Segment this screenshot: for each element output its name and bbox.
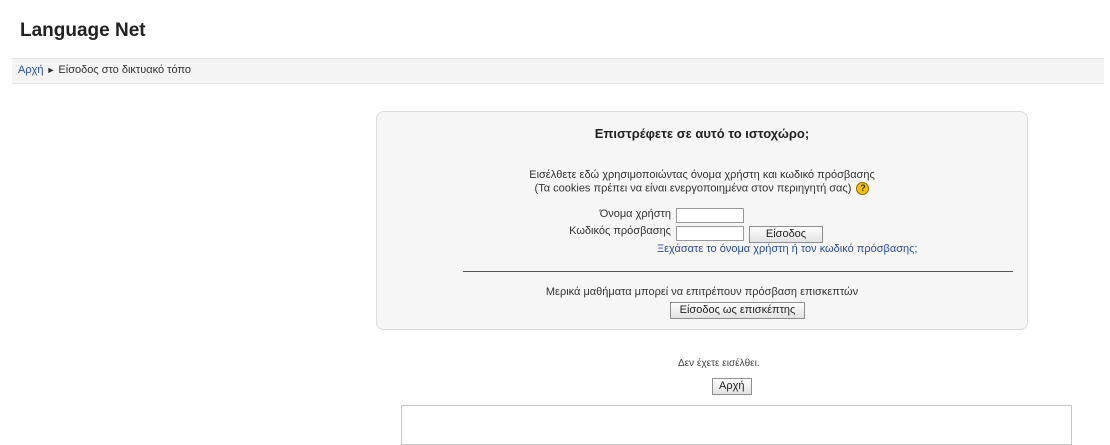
footer-box bbox=[401, 405, 1072, 445]
login-box: Επιστρέφετε σε αυτό το ιστοχώρο; Εισέλθε… bbox=[376, 111, 1028, 330]
forgot-password-link[interactable]: Ξεχάσατε το όνομα χρήστη ή τον κωδικό πρ… bbox=[657, 243, 917, 255]
login-intro-line2-wrapper: (Τα cookies πρέπει να είναι ενεργοποιημέ… bbox=[377, 182, 1027, 195]
home-button[interactable]: Αρχή bbox=[712, 378, 752, 395]
password-input[interactable] bbox=[676, 226, 744, 241]
login-status-text: Δεν έχετε εισέλθει. bbox=[678, 358, 760, 369]
help-icon[interactable]: ? bbox=[856, 182, 870, 195]
login-button[interactable]: Είσοδος bbox=[749, 226, 823, 243]
breadcrumb-home-link[interactable]: Αρχή bbox=[18, 64, 44, 76]
breadcrumb: Αρχή ► Είσοδος στο δικτυακό τόπο bbox=[18, 64, 191, 76]
breadcrumb-arrow-icon: ► bbox=[46, 65, 56, 75]
login-heading: Επιστρέφετε σε αυτό το ιστοχώρο; bbox=[594, 126, 810, 141]
site-title: Language Net bbox=[20, 20, 146, 41]
username-input[interactable] bbox=[676, 208, 744, 223]
login-intro: Εισέλθετε εδώ χρησιμοποιώντας όνομα χρήσ… bbox=[377, 169, 1027, 195]
guest-access-text: Μερικά μαθήματα μπορεί να επιτρέπουν πρό… bbox=[545, 286, 859, 298]
breadcrumb-current: Είσοδος στο δικτυακό τόπο bbox=[58, 64, 192, 76]
divider bbox=[463, 271, 1013, 272]
guest-login-button[interactable]: Είσοδος ως επισκέπτης bbox=[670, 302, 805, 319]
password-label: Κωδικός πρόσβασης bbox=[569, 225, 671, 237]
login-intro-line1: Εισέλθετε εδώ χρησιμοποιώντας όνομα χρήσ… bbox=[529, 169, 875, 181]
navigation-bar: Αρχή ► Είσοδος στο δικτυακό τόπο bbox=[12, 58, 1104, 84]
login-intro-line2: (Τα cookies πρέπει να είναι ενεργοποιημέ… bbox=[534, 182, 852, 195]
username-label: Όνομα χρήστη bbox=[599, 208, 671, 220]
